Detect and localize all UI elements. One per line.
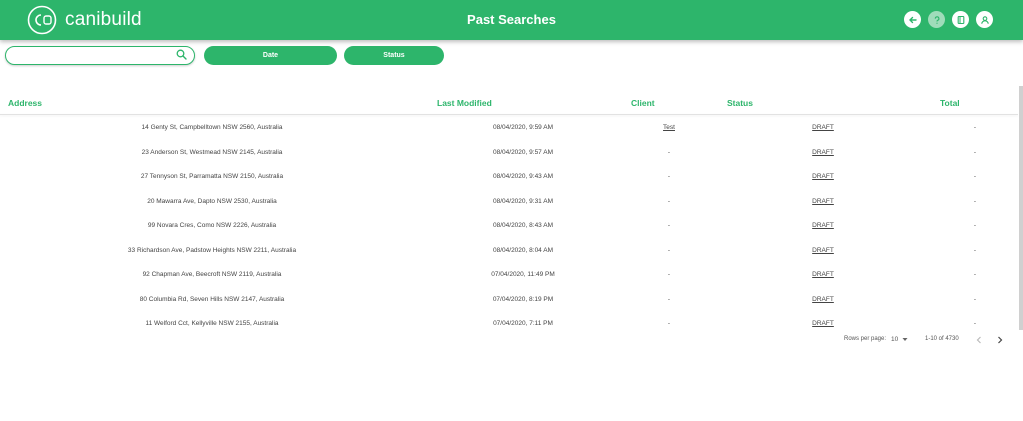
row-total: - bbox=[973, 295, 977, 303]
row-last-modified: 08/04/2020, 9:31 AM bbox=[493, 197, 553, 205]
row-client-link[interactable]: Test bbox=[663, 124, 675, 131]
chevron-down-icon bbox=[902, 338, 908, 341]
chevron-left-icon bbox=[976, 336, 981, 344]
column-header-address[interactable]: Address bbox=[8, 98, 42, 108]
search-box[interactable] bbox=[5, 46, 195, 65]
app-header: canibuild Past Searches bbox=[0, 0, 1023, 40]
row-last-modified: 07/04/2020, 11:49 PM bbox=[491, 271, 555, 278]
table-body: 14 Genty St, Campbelltown NSW 2560, Aust… bbox=[0, 116, 1018, 330]
row-client: - bbox=[667, 173, 671, 180]
row-total: - bbox=[973, 246, 977, 254]
search-input[interactable] bbox=[16, 49, 180, 64]
row-client: - bbox=[667, 295, 671, 303]
row-address: 27 Tennyson St, Parramatta NSW 2150, Aus… bbox=[140, 173, 284, 180]
row-total: - bbox=[973, 197, 977, 205]
vertical-scrollbar[interactable] bbox=[1019, 86, 1023, 330]
row-address: 33 Richardson Ave, Padstow Heights NSW 2… bbox=[127, 246, 297, 254]
account-button[interactable] bbox=[976, 11, 993, 28]
row-status-link[interactable]: DRAFT bbox=[812, 173, 834, 180]
row-status-link[interactable]: DRAFT bbox=[812, 149, 834, 156]
date-filter-button[interactable]: Date bbox=[204, 46, 337, 65]
row-client: - bbox=[667, 222, 671, 229]
row-last-modified: 07/04/2020, 7:11 PM bbox=[493, 320, 553, 327]
row-last-modified: 08/04/2020, 9:57 AM bbox=[493, 148, 553, 156]
row-last-modified: 07/04/2020, 8:19 PM bbox=[492, 295, 554, 303]
row-client: - bbox=[667, 271, 671, 278]
column-header-last-modified[interactable]: Last Modified bbox=[437, 98, 492, 108]
row-total: - bbox=[973, 173, 977, 180]
row-address: 20 Mawarra Ave, Dapto NSW 2530, Australi… bbox=[147, 197, 277, 205]
row-client: - bbox=[667, 246, 671, 254]
row-address: 11 Welford Cct, Kellyville NSW 2155, Aus… bbox=[145, 320, 279, 327]
row-total: - bbox=[973, 271, 977, 278]
help-button[interactable] bbox=[928, 11, 945, 28]
pagination: Rows per page: 10 1-10 of 4730 bbox=[0, 334, 1018, 346]
chevron-right-icon bbox=[998, 336, 1003, 344]
book-icon bbox=[957, 15, 964, 24]
search-icon[interactable] bbox=[176, 49, 187, 60]
pagination-range: 1-10 of 4730 bbox=[925, 336, 959, 342]
row-last-modified: 08/04/2020, 9:59 AM bbox=[493, 124, 553, 131]
row-total: - bbox=[973, 320, 977, 327]
rows-per-page-value: 10 bbox=[891, 336, 899, 343]
help-icon bbox=[934, 15, 939, 24]
table-row[interactable]: 80 Columbia Rd, Seven Hills NSW 2147, Au… bbox=[0, 288, 1018, 312]
table-row[interactable]: 99 Novara Cres, Como NSW 2226, Australia… bbox=[0, 214, 1018, 238]
status-filter-button[interactable]: Status bbox=[344, 46, 444, 65]
rows-per-page-select[interactable]: 10 bbox=[889, 335, 909, 345]
row-status-link[interactable]: DRAFT bbox=[812, 222, 834, 229]
previous-page-button[interactable] bbox=[974, 334, 984, 346]
header-divider bbox=[0, 114, 1018, 115]
row-status-link[interactable]: DRAFT bbox=[812, 320, 834, 327]
row-client: - bbox=[667, 197, 671, 205]
row-total: - bbox=[973, 222, 977, 229]
row-status-link[interactable]: DRAFT bbox=[812, 296, 834, 303]
table-row[interactable]: 23 Anderson St, Westmead NSW 2145, Austr… bbox=[0, 141, 1018, 165]
rows-per-page-label: Rows per page: bbox=[844, 336, 887, 342]
user-icon bbox=[980, 15, 989, 24]
table-row[interactable]: 20 Mawarra Ave, Dapto NSW 2530, Australi… bbox=[0, 190, 1018, 214]
page-title: Past Searches bbox=[467, 12, 556, 27]
column-header-total[interactable]: Total bbox=[940, 98, 960, 108]
back-button[interactable] bbox=[904, 11, 921, 28]
row-total: - bbox=[973, 124, 977, 131]
row-address: 14 Genty St, Campbelltown NSW 2560, Aust… bbox=[141, 124, 283, 131]
table-row[interactable]: 27 Tennyson St, Parramatta NSW 2150, Aus… bbox=[0, 165, 1018, 189]
row-status-link[interactable]: DRAFT bbox=[812, 124, 834, 131]
row-address: 80 Columbia Rd, Seven Hills NSW 2147, Au… bbox=[139, 295, 285, 303]
table-row[interactable]: 14 Genty St, Campbelltown NSW 2560, Aust… bbox=[0, 116, 1018, 140]
row-total: - bbox=[973, 148, 977, 156]
row-address: 23 Anderson St, Westmead NSW 2145, Austr… bbox=[141, 148, 283, 156]
row-status-link[interactable]: DRAFT bbox=[812, 271, 834, 278]
table-header: Address Last Modified Client Status Tota… bbox=[0, 92, 1018, 114]
table-row[interactable]: 33 Richardson Ave, Padstow Heights NSW 2… bbox=[0, 239, 1018, 263]
column-header-client[interactable]: Client bbox=[631, 98, 655, 108]
back-arrow-icon bbox=[908, 16, 917, 23]
row-status-link[interactable]: DRAFT bbox=[812, 247, 834, 254]
row-last-modified: 08/04/2020, 8:04 AM bbox=[493, 246, 553, 254]
row-address: 92 Chapman Ave, Beecroft NSW 2119, Austr… bbox=[142, 271, 282, 278]
row-client: - bbox=[667, 148, 671, 156]
row-client: - bbox=[667, 320, 671, 327]
table-row[interactable]: 11 Welford Cct, Kellyville NSW 2155, Aus… bbox=[0, 312, 1018, 330]
guide-button[interactable] bbox=[952, 11, 969, 28]
row-status-link[interactable]: DRAFT bbox=[812, 198, 834, 205]
next-page-button[interactable] bbox=[995, 334, 1005, 346]
row-address: 99 Novara Cres, Como NSW 2226, Australia bbox=[147, 222, 277, 229]
row-last-modified: 08/04/2020, 9:43 AM bbox=[493, 173, 553, 180]
table-row[interactable]: 92 Chapman Ave, Beecroft NSW 2119, Austr… bbox=[0, 263, 1018, 287]
filter-toolbar: Date Status bbox=[0, 46, 1023, 66]
row-last-modified: 08/04/2020, 8:43 AM bbox=[493, 222, 553, 229]
column-header-status[interactable]: Status bbox=[727, 98, 753, 108]
